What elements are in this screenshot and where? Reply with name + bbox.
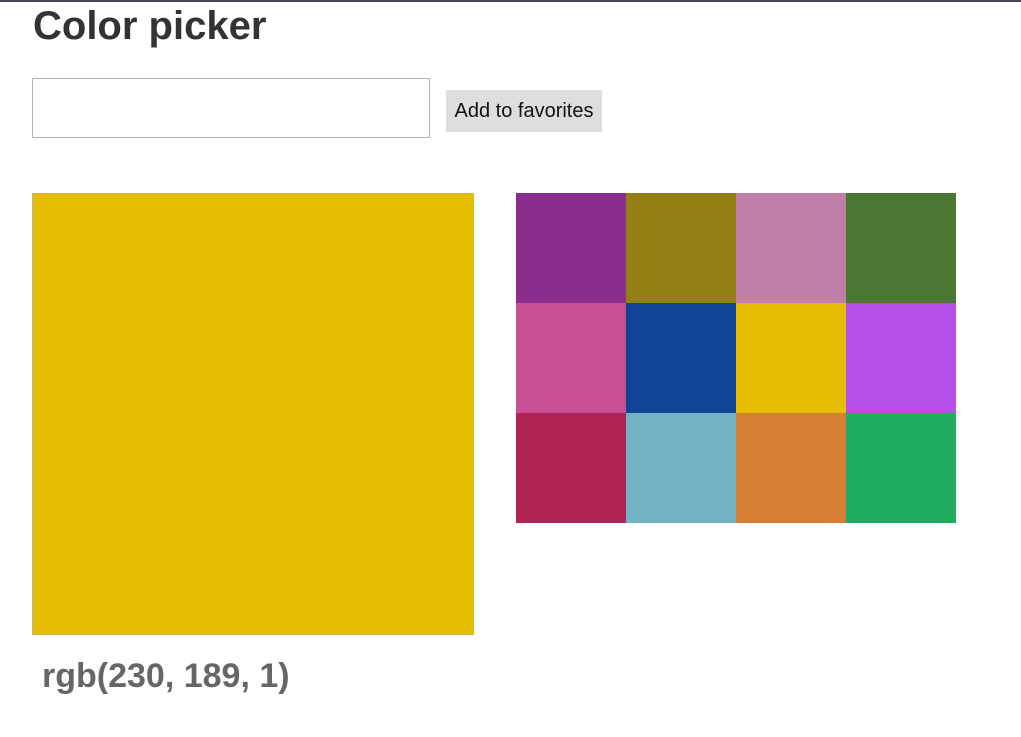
favorite-color-tile[interactable] (846, 413, 956, 523)
favorite-color-tile[interactable] (736, 303, 846, 413)
favorite-color-tile[interactable] (846, 303, 956, 413)
page-title: Color picker (33, 4, 267, 48)
current-color-swatch (32, 193, 474, 635)
rgb-value-label: rgb(230, 189, 1) (42, 657, 290, 695)
favorite-color-tile[interactable] (516, 193, 626, 303)
favorite-color-tile[interactable] (736, 413, 846, 523)
favorite-color-tile[interactable] (626, 303, 736, 413)
favorite-color-tile[interactable] (626, 413, 736, 523)
favorite-color-tile[interactable] (846, 193, 956, 303)
favorite-color-tile[interactable] (736, 193, 846, 303)
color-picker-page: Color picker Add to favorites rgb(230, 1… (0, 0, 1021, 737)
favorite-color-tile[interactable] (516, 303, 626, 413)
favorite-color-tile[interactable] (516, 413, 626, 523)
color-input[interactable] (32, 78, 430, 138)
favorite-color-tile[interactable] (626, 193, 736, 303)
add-to-favorites-button[interactable]: Add to favorites (446, 90, 602, 132)
favorites-grid (516, 193, 956, 523)
